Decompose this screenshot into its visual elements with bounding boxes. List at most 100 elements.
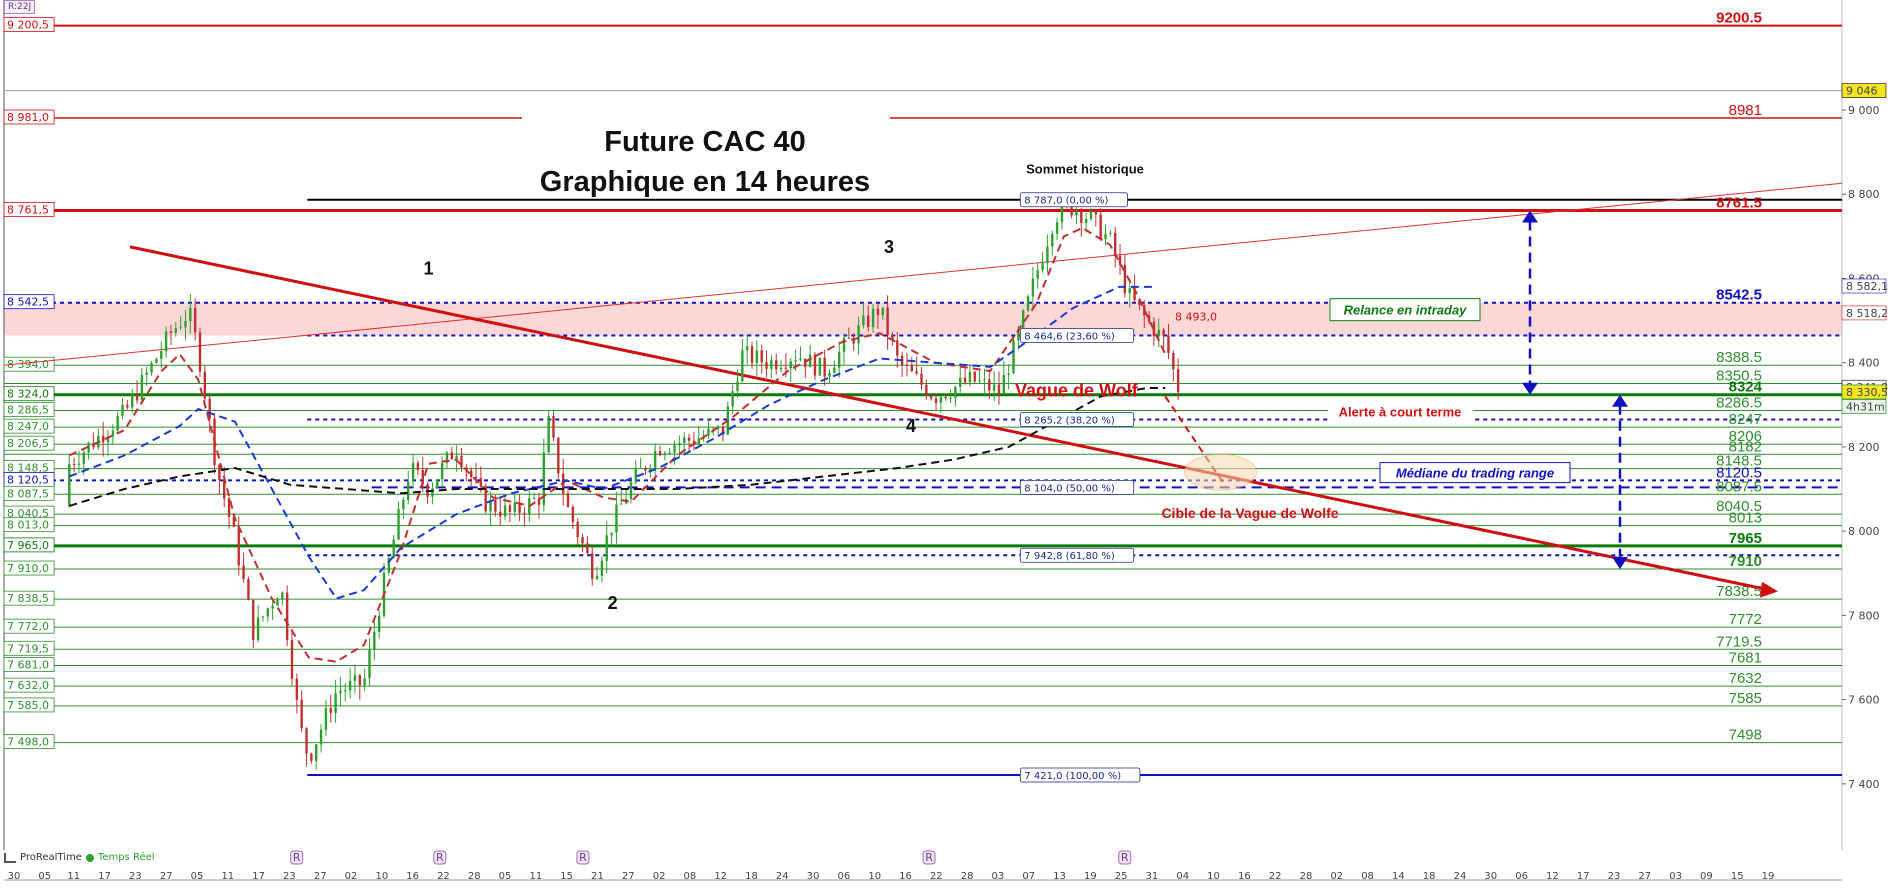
candle-body [978,380,981,382]
candle-body [779,367,783,370]
left-level-label: 8 206,5 [7,437,49,450]
candle-body [329,708,332,713]
date-tick-label: 11 [67,871,80,882]
candle-body [1172,353,1175,370]
candlesticks [68,195,1180,770]
date-tick-label: 27 [160,871,173,882]
candle-body [1167,335,1170,354]
candle-body [678,443,681,446]
wave-label: 2 [608,593,618,613]
date-tick-label: 21 [591,871,604,882]
range-arrow-upper-head-top [1522,210,1538,223]
candle-body [508,505,512,512]
candle-body [750,346,754,364]
grid-lines [3,0,1843,850]
candle-body [300,699,303,729]
fib-label: 8 265,2 (38,20 %) [1024,415,1115,426]
candle-body [499,511,502,517]
candle-body [857,325,860,344]
fib-label: 7 421,0 (100,00 %) [1024,771,1121,782]
candle-body [653,451,657,468]
right-level-label: 8087.5 [1716,478,1762,495]
vague-de-wolf-label: Vague de Wolf [1015,381,1139,401]
price-axis: 9 0008 8008 6008 4008 2008 0007 8007 600… [1841,83,1888,791]
candle-body [1051,233,1054,247]
candle-body [1075,211,1078,216]
candle-body [68,463,71,506]
candle-body [1128,288,1131,294]
brand-icon [4,852,16,863]
candle-body [929,395,933,399]
candle-body [503,505,507,517]
report-marker-letter: R [1121,851,1129,864]
date-tick-label: 19 [1762,871,1775,882]
date-tick-label: 23 [1608,871,1621,882]
candle-body [281,592,284,600]
candle-body [1109,232,1112,234]
date-tick-label: 15 [1731,871,1744,882]
price-chart: 9 200,5 9200.5 8 981,0 8981 8 761,5 8761.5 8 5… [3,0,1888,882]
candle-body [775,360,778,370]
candle-body [145,372,148,375]
candle-body [639,467,642,469]
date-tick-label: 17 [98,871,111,882]
resistance-zone [4,302,1842,336]
candle-body [324,708,328,730]
candle-body [363,678,366,686]
left-level-label: 8 542,5 [7,296,49,309]
candle-body [731,391,734,407]
candle-body [184,321,187,328]
candle-body [581,536,584,544]
realtime-label: Temps Réel [97,852,155,863]
date-tick-label: 10 [868,871,881,882]
alerte-label: Alerte à court terme [1339,405,1462,420]
date-tick-label: 06 [1515,871,1528,882]
candle-body [794,360,797,362]
date-tick-label: 16 [406,871,419,882]
candle-body [179,327,182,329]
mediane-label: Médiane du trading range [1396,466,1554,481]
date-tick-label: 09 [1700,871,1713,882]
candle-body [828,373,831,377]
left-level-label: 7 498,0 [7,736,49,749]
candle-body [944,397,947,399]
right-level-label: 7632 [1729,670,1762,687]
date-tick-label: 24 [1454,871,1467,882]
candle-body [285,592,289,640]
realtime-dot-icon [85,853,94,862]
candle-body [842,337,846,352]
candle-body [823,357,826,377]
candle-body [368,649,371,679]
candle-body [1031,278,1035,297]
candle-body [963,377,967,383]
y-tick-label: 7 800 [1848,609,1880,622]
right-level-label: 7719.5 [1716,633,1762,650]
right-level-label: 7910 [1729,553,1762,570]
right-level-label: 8013 [1729,510,1762,527]
small-level-label: 8 493,0 [1175,311,1217,324]
candle-body [242,565,245,580]
fib-label: 8 787,0 (0,00 %) [1024,196,1108,207]
title-line-1: Future CAC 40 [604,126,806,158]
candle-body [77,463,81,465]
candle-body [203,371,207,399]
candle-body [135,394,139,401]
candle-body [1012,340,1015,374]
candle-body [886,307,889,336]
candle-body [770,360,773,369]
date-tick-label: 03 [992,871,1005,882]
relance-label: Relance en intraday [1344,303,1468,318]
date-tick-label: 18 [1423,871,1436,882]
candle-body [247,579,250,600]
footer-brand: ProRealTime Temps Réel [4,852,155,863]
candle-body [1157,329,1160,337]
left-level-label: 7 632,0 [7,679,49,692]
wave-label: 3 [884,237,894,257]
candle-body [658,451,662,456]
candle-body [595,575,599,579]
candle-body [644,467,647,471]
candle-body [959,377,962,387]
candle-body [1089,211,1093,219]
range-arrow-upper-head-bottom [1522,382,1538,395]
date-tick-label: 05 [191,871,204,882]
